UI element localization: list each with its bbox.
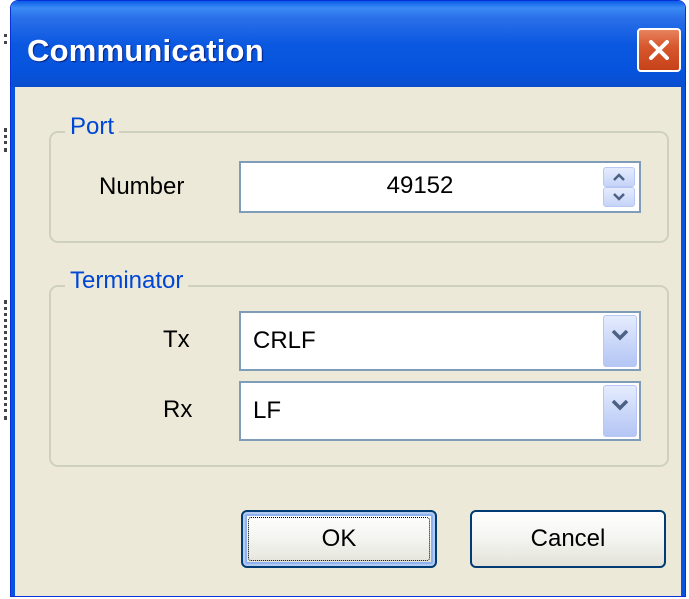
rx-dropdown-button[interactable] [603,385,637,437]
tx-selected-value: CRLF [253,327,316,354]
window-left-border [11,87,15,596]
port-legend: Port [65,113,120,141]
close-button[interactable] [637,28,681,72]
port-number-value: 49152 [386,172,454,199]
rx-label: Rx [163,396,193,423]
tx-dropdown-button[interactable] [603,315,637,367]
cancel-button[interactable]: Cancel [470,510,666,568]
arrow-up-icon [613,173,625,181]
number-label: Number [99,173,185,200]
port-number-spinner[interactable]: 49152 [239,161,641,213]
ok-button[interactable]: OK [241,510,437,568]
tx-dropdown[interactable]: CRLF [239,311,641,371]
spin-up-down-icon[interactable] [603,167,635,207]
chevron-down-icon [611,399,629,411]
communication-dialog: Communication Port Number 49152 Terminat… [10,0,686,597]
cancel-button-label: Cancel [530,525,606,552]
chevron-down-icon [611,329,629,341]
spin-up-button[interactable] [603,167,635,187]
tx-label: Tx [163,326,190,353]
arrow-down-icon [613,193,625,201]
window-right-border [681,87,685,596]
title-bar[interactable]: Communication [11,1,685,87]
window-title: Communication [27,33,264,68]
rx-selected-value: LF [253,397,282,424]
terminator-legend: Terminator [65,267,189,295]
ok-button-label: OK [321,525,357,552]
rx-dropdown[interactable]: LF [239,381,641,441]
spin-down-button[interactable] [603,187,635,207]
close-x-icon [649,40,669,60]
